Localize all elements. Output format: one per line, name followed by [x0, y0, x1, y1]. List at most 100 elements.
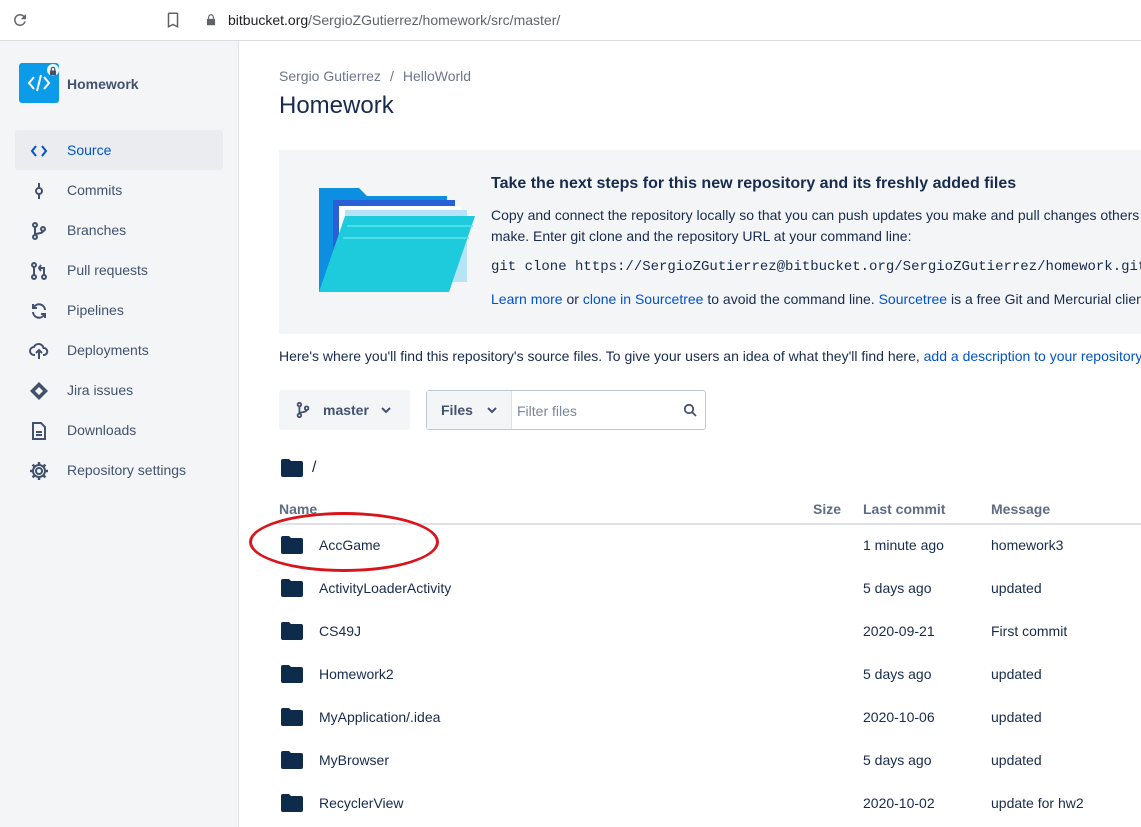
last-commit: 5 days ago — [863, 580, 932, 596]
last-commit: 2020-09-21 — [863, 623, 935, 639]
folder-icon — [281, 459, 303, 477]
sidebar-item-jira-issues[interactable]: Jira issues — [15, 370, 223, 410]
table-row[interactable]: ActivityLoaderActivity 5 days ago update… — [279, 567, 1141, 610]
file-name[interactable]: CS49J — [319, 623, 361, 639]
breadcrumb-owner[interactable]: Sergio Gutierrez — [279, 68, 381, 84]
folder-icon — [281, 665, 303, 683]
commit-message: updated — [991, 666, 1042, 682]
commit-icon — [35, 183, 43, 199]
folder-icon — [281, 622, 303, 640]
pipelines-icon — [32, 303, 46, 319]
sidebar-item-repository-settings[interactable]: Repository settings — [15, 450, 223, 490]
sidebar-item-pipelines[interactable]: Pipelines — [15, 290, 223, 330]
current-path: / — [281, 459, 316, 482]
branch-label: master — [323, 402, 369, 418]
commit-message: First commit — [991, 623, 1068, 639]
lock-icon — [206, 14, 216, 26]
filter-files-input[interactable] — [515, 397, 679, 425]
header-name[interactable]: Name — [279, 501, 317, 517]
path-text[interactable]: / — [312, 459, 316, 477]
commit-message: update for hw2 — [991, 795, 1084, 811]
last-commit: 2020-10-06 — [863, 709, 935, 725]
files-type-dropdown[interactable]: Files — [427, 391, 512, 429]
sidebar-item-label: Source — [67, 142, 112, 158]
table-row[interactable]: AccGame 1 minute ago homework3 — [279, 524, 1141, 567]
header-message[interactable]: Message — [991, 501, 1050, 517]
last-commit: 1 minute ago — [863, 537, 944, 553]
repo-name[interactable]: Homework — [67, 76, 139, 92]
sidebar-item-pull-requests[interactable]: Pull requests — [15, 250, 223, 290]
sidebar-nav: Source Commits Branches Pull requests Pi… — [15, 130, 223, 490]
file-name[interactable]: RecyclerView — [319, 795, 404, 811]
page-title: Homework — [279, 92, 394, 119]
header-size[interactable]: Size — [813, 501, 841, 517]
folder-icon — [281, 794, 303, 812]
clone-sourcetree-link[interactable]: clone in Sourcetree — [583, 291, 704, 307]
branch-icon — [296, 401, 310, 419]
address-bar[interactable]: bitbucket.org/SergioZGutierrez/homework/… — [196, 5, 1141, 35]
banner-title: Take the next steps for this new reposit… — [491, 175, 1017, 192]
chevron-down-icon — [381, 407, 391, 414]
sidebar-item-label: Commits — [67, 182, 123, 198]
breadcrumb-project[interactable]: HelloWorld — [403, 68, 471, 84]
table-row[interactable]: CS49J 2020-09-21 First commit — [279, 610, 1141, 653]
file-table-body: AccGame 1 minute ago homework3 ActivityL… — [279, 524, 1141, 825]
breadcrumb: Sergio Gutierrez / HelloWorld — [279, 68, 471, 84]
branch-icon — [32, 222, 46, 240]
commit-message: updated — [991, 752, 1042, 768]
folder-icon — [281, 536, 303, 554]
sidebar: Homework Source Commits Branches Pull re… — [0, 41, 239, 827]
files-label: Files — [441, 402, 473, 418]
sidebar-item-commits[interactable]: Commits — [15, 170, 223, 210]
sidebar-item-label: Pipelines — [67, 302, 124, 318]
file-table-header: Name Size Last commit Message — [279, 499, 1141, 525]
jira-icon — [30, 382, 48, 400]
free-client-text: is a free Git and Mercurial client — [947, 291, 1141, 307]
sidebar-item-label: Pull requests — [67, 262, 148, 278]
gear-icon — [30, 462, 48, 480]
avoid-text: to avoid the command line. — [703, 291, 879, 307]
browser-toolbar: bitbucket.org/SergioZGutierrez/homework/… — [0, 0, 1141, 41]
branch-selector[interactable]: master — [279, 390, 410, 430]
folder-icon — [281, 751, 303, 769]
table-row[interactable]: Homework2 5 days ago updated — [279, 653, 1141, 696]
pull-request-icon — [31, 262, 47, 280]
learn-more-link[interactable]: Learn more — [491, 291, 563, 307]
file-name[interactable]: ActivityLoaderActivity — [319, 580, 451, 596]
table-row[interactable]: MyApplication/.idea 2020-10-06 updated — [279, 696, 1141, 739]
document-icon — [32, 422, 46, 440]
folder-icon — [281, 579, 303, 597]
sourcetree-link[interactable]: Sourcetree — [879, 291, 947, 307]
url-text: bitbucket.org/SergioZGutierrez/homework/… — [228, 12, 561, 28]
description-text: Here's where you'll find this repository… — [279, 348, 924, 364]
file-name[interactable]: AccGame — [319, 537, 380, 553]
private-lock-icon — [47, 64, 59, 76]
file-name[interactable]: MyBrowser — [319, 752, 389, 768]
reload-icon[interactable] — [11, 11, 29, 29]
sidebar-item-source[interactable]: Source — [15, 130, 223, 170]
file-name[interactable]: Homework2 — [319, 666, 394, 682]
commit-message: updated — [991, 580, 1042, 596]
clone-command[interactable]: git clone https://SergioZGutierrez@bitbu… — [491, 259, 1141, 275]
last-commit: 2020-10-02 — [863, 795, 935, 811]
sidebar-item-branches[interactable]: Branches — [15, 210, 223, 250]
code-icon — [30, 145, 48, 157]
description-hint: Here's where you'll find this repository… — [279, 348, 1141, 364]
search-icon[interactable] — [683, 403, 697, 417]
open-folder-illustration — [319, 188, 475, 292]
next-steps-banner: Take the next steps for this new reposit… — [279, 150, 1141, 334]
sidebar-item-deployments[interactable]: Deployments — [15, 330, 223, 370]
table-row[interactable]: MyBrowser 5 days ago updated — [279, 739, 1141, 782]
file-name[interactable]: MyApplication/.idea — [319, 709, 440, 725]
bookmark-icon[interactable] — [164, 11, 182, 29]
sidebar-item-label: Deployments — [67, 342, 149, 358]
last-commit: 5 days ago — [863, 666, 932, 682]
table-row[interactable]: RecyclerView 2020-10-02 update for hw2 — [279, 782, 1141, 825]
sidebar-item-label: Repository settings — [67, 462, 187, 478]
commit-message: homework3 — [991, 537, 1064, 553]
add-description-link[interactable]: add a description to your repository — [924, 348, 1141, 364]
cloud-upload-icon — [29, 342, 49, 359]
breadcrumb-separator: / — [389, 68, 394, 84]
sidebar-item-downloads[interactable]: Downloads — [15, 410, 223, 450]
header-last-commit[interactable]: Last commit — [863, 501, 945, 517]
